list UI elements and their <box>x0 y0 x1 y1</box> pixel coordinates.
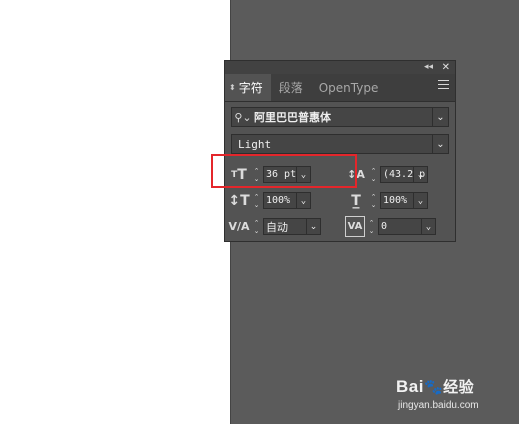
vertical-scale-input[interactable]: 100% ⌄ <box>263 192 311 209</box>
leading-stepper[interactable]: ⌃ ⌄ <box>367 165 380 184</box>
chevron-down-icon[interactable]: ⌄ <box>421 219 435 234</box>
vertical-scale-icon: ↕T <box>228 192 250 209</box>
vertical-scale-stepper[interactable]: ⌃ ⌄ <box>250 191 263 210</box>
kerning-icon: V/A <box>228 220 250 233</box>
tracking-input[interactable]: 0 ⌄ <box>378 218 436 235</box>
tab-opentype-label: OpenType <box>318 80 379 95</box>
tracking-icon: VA <box>345 216 365 237</box>
watermark-url: jingyan.baidu.com <box>398 400 479 411</box>
tracking-value: 0 <box>381 221 388 232</box>
watermark-brand: Bai🐾经验 <box>396 376 474 397</box>
horizontal-scale-value: 100% <box>383 195 408 206</box>
artboard-white <box>0 0 230 424</box>
font-family-field[interactable]: ⚲⌄ 阿里巴巴普惠体 ⌄ <box>231 107 449 127</box>
horizontal-scale-stepper[interactable]: ⌃ ⌄ <box>367 191 380 210</box>
close-icon[interactable]: ✕ <box>442 61 450 74</box>
search-icon[interactable]: ⚲⌄ <box>232 111 254 124</box>
panel-title-bar[interactable]: ◂◂ ✕ <box>225 61 455 74</box>
chevron-down-icon[interactable]: ⌄ <box>432 135 448 153</box>
chevron-down-icon[interactable]: ⌄ <box>413 193 427 208</box>
tab-opentype[interactable]: OpenType <box>311 74 387 101</box>
leading-input[interactable]: (43.2 p ⌄ <box>380 166 428 183</box>
tab-paragraph[interactable]: 段落 <box>271 74 311 101</box>
kerning-control: V/A ⌃ ⌄ 自动 ⌄ <box>228 217 321 236</box>
paw-icon: 🐾 <box>423 379 444 396</box>
kerning-value: 自动 <box>266 220 288 234</box>
kerning-stepper[interactable]: ⌃ ⌄ <box>250 217 263 236</box>
panel-tabs: ⬍ 字符 段落 OpenType <box>225 74 455 102</box>
chevron-down-icon[interactable]: ⌄ <box>413 167 427 182</box>
watermark-brand-suffix: 经验 <box>443 379 475 396</box>
leading-control: ↕A ⌃ ⌄ (43.2 p ⌄ <box>345 165 428 184</box>
horizontal-scale-control: T̲ ⌃ ⌄ 100% ⌄ <box>345 191 428 210</box>
font-size-highlight-box <box>211 154 357 188</box>
font-style-field[interactable]: Light ⌄ <box>231 134 449 154</box>
tab-character-label: 字符 <box>238 81 263 95</box>
vertical-scale-value: 100% <box>266 195 291 206</box>
baidu-jingyan-watermark: Bai🐾经验 jingyan.baidu.com <box>396 376 501 416</box>
tracking-control: VA ⌃ ⌄ 0 ⌄ <box>345 216 436 237</box>
chevron-down-icon[interactable]: ⌄ <box>296 193 310 208</box>
font-family-value: 阿里巴巴普惠体 <box>254 111 331 124</box>
vertical-scale-control: ↕T ⌃ ⌄ 100% ⌄ <box>228 191 311 210</box>
tab-paragraph-label: 段落 <box>278 81 303 95</box>
font-style-value: Light <box>238 137 272 151</box>
collapse-icon[interactable]: ◂◂ <box>424 61 433 74</box>
panel-grip-icon[interactable]: ⬍ <box>229 83 236 92</box>
tracking-stepper[interactable]: ⌃ ⌄ <box>365 217 378 236</box>
chevron-down-icon[interactable]: ⌄ <box>306 219 320 234</box>
kerning-input[interactable]: 自动 ⌄ <box>263 218 321 235</box>
character-panel: ◂◂ ✕ ⬍ 字符 段落 OpenType ⚲⌄ 阿里巴巴普惠体 ⌄ Light… <box>224 60 456 242</box>
tab-character[interactable]: ⬍ 字符 <box>225 74 271 101</box>
horizontal-scale-input[interactable]: 100% ⌄ <box>380 192 428 209</box>
watermark-brand-prefix: Bai <box>396 377 424 396</box>
panel-menu-icon[interactable] <box>438 80 449 92</box>
horizontal-scale-icon: T̲ <box>351 192 361 209</box>
chevron-down-icon[interactable]: ⌄ <box>432 108 448 126</box>
